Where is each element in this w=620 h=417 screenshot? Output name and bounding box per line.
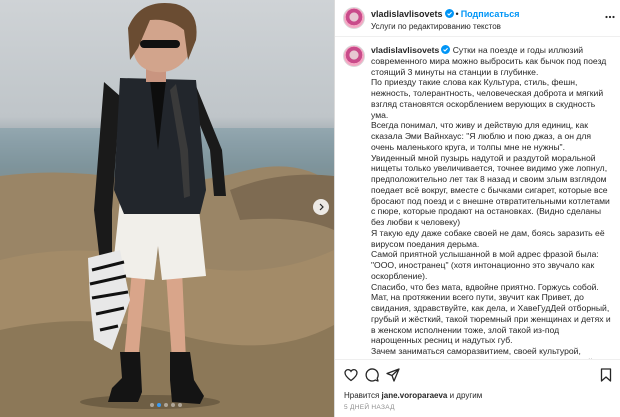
share-icon[interactable] xyxy=(386,368,400,382)
caption-paragraph: Всегда понимал, что живу и действую для … xyxy=(371,120,592,152)
instagram-post-window: vladislavlisovets • Подписаться Услуги по … xyxy=(0,0,620,417)
caption-username[interactable]: vladislavlisovets xyxy=(371,45,439,55)
heart-icon[interactable] xyxy=(344,368,358,382)
carousel-dot xyxy=(164,403,168,407)
caption-text: vladislavlisovets Сутки на поезде и годы… xyxy=(371,45,611,359)
post-actions: Нравится jane.voroparaeva и другим 5 ДНЕ… xyxy=(335,359,620,417)
caption-paragraph: Увиденный мной пузырь надутой и раздутой… xyxy=(371,152,610,228)
separator: • xyxy=(455,9,459,19)
photo-illustration xyxy=(0,3,334,417)
post-caption: vladislavlisovets Сутки на поезде и годы… xyxy=(335,37,620,359)
chevron-right-icon xyxy=(319,203,324,211)
verified-badge-icon xyxy=(441,45,451,54)
post-sidebar: vladislavlisovets • Подписаться Услуги по … xyxy=(334,0,620,417)
author-line: vladislavlisovets • Подписаться xyxy=(371,9,520,19)
carousel-dot xyxy=(157,403,161,407)
post-timestamp[interactable]: 5 ДНЕЙ НАЗАД xyxy=(344,404,395,411)
follow-button[interactable]: Подписаться xyxy=(461,9,520,19)
carousel-dot xyxy=(171,403,175,407)
carousel-indicator xyxy=(150,403,182,407)
caption-paragraph: Зачем заниматься саморазвитием, своей ку… xyxy=(371,346,593,359)
caption-paragraph: По приезду такие слова как Культура, сти… xyxy=(371,77,604,120)
author-username[interactable]: vladislavlisovets xyxy=(371,9,443,19)
likes-summary: Нравится jane.voroparaeva и другим xyxy=(344,391,483,400)
bookmark-icon[interactable] xyxy=(599,368,613,382)
caption-paragraph: Самой приятной услышанной в мой адрес фр… xyxy=(371,249,599,281)
carousel-dot xyxy=(150,403,154,407)
comment-icon[interactable] xyxy=(365,368,379,382)
caption-paragraph: Я такую еду даже собаке своей не дам, бо… xyxy=(371,227,605,249)
author-subtitle: Услуги по редактированию текстов xyxy=(371,22,501,31)
caption-paragraph: Спасибо, что без мата, вдвойне приятно. … xyxy=(371,281,611,346)
post-photo[interactable] xyxy=(0,0,334,417)
liked-by-user[interactable]: jane.voroparaeva xyxy=(382,391,448,400)
carousel-dot xyxy=(178,403,182,407)
post-header: vladislavlisovets • Подписаться Услуги по … xyxy=(335,0,620,37)
caption-paragraph: vladislavlisovets Сутки на поезде и годы… xyxy=(371,45,607,77)
caption-author-avatar[interactable] xyxy=(343,45,365,67)
carousel-next-button[interactable] xyxy=(313,199,329,215)
more-horizontal-icon[interactable] xyxy=(605,12,615,22)
author-avatar[interactable] xyxy=(343,7,365,29)
verified-badge-icon xyxy=(444,9,454,18)
